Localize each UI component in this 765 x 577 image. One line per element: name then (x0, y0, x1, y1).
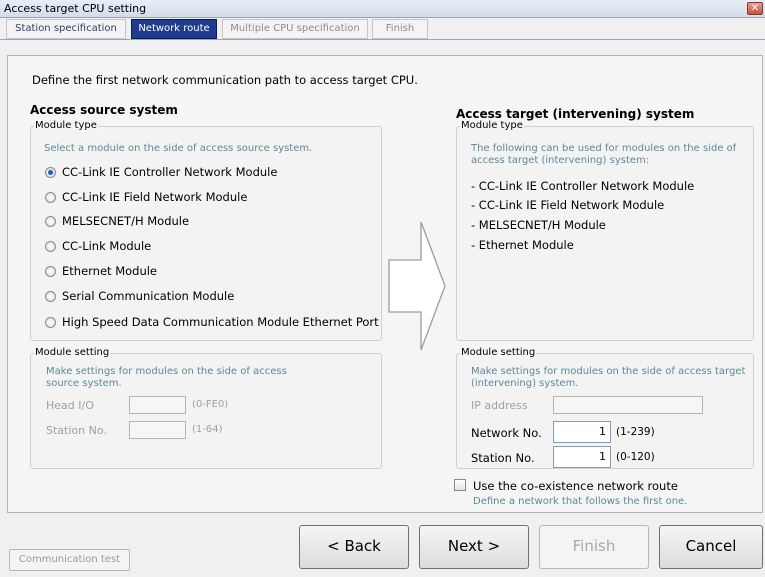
source-station-range: (1-64) (192, 424, 223, 435)
window-title: Access target CPU setting (4, 2, 147, 15)
option-label[interactable]: Serial Communication Module (62, 289, 234, 303)
source-module-setting-hint: source system. (46, 378, 122, 389)
source-module-setting-hint: Make settings for modules on the side of… (46, 366, 287, 377)
communication-test-button[interactable]: Communication test (9, 549, 130, 571)
next-button[interactable]: Next > (419, 525, 529, 569)
source-module-type-group (30, 126, 382, 341)
head-io-range: (0-FE0) (192, 399, 229, 410)
option-label[interactable]: High Speed Data Communication Module Eth… (62, 315, 379, 329)
target-list-item: - Ethernet Module (471, 238, 574, 252)
radio-cc-link[interactable] (45, 241, 56, 252)
instruction-text: Define the first network communication p… (32, 73, 418, 87)
tab-divider (0, 39, 765, 40)
radio-cc-link-ie-controller[interactable] (45, 167, 56, 178)
target-station-input[interactable]: 1 (553, 446, 611, 468)
target-module-type-hint: The following can be used for modules on… (471, 143, 737, 154)
head-io-field (129, 396, 186, 414)
tab-finish: Finish (372, 19, 428, 39)
option-label[interactable]: MELSECNET/H Module (62, 214, 189, 228)
target-list-item: - MELSECNET/H Module (471, 218, 606, 232)
target-module-setting-hint: Make settings for modules on the side of… (471, 366, 746, 377)
option-label[interactable]: CC-Link IE Field Network Module (62, 190, 247, 204)
source-station-field (129, 421, 186, 439)
cancel-button[interactable]: Cancel (659, 525, 763, 569)
target-module-type-legend: Module type (460, 120, 524, 131)
coexistence-label[interactable]: Use the co-existence network route (473, 479, 678, 493)
target-list-item: - CC-Link IE Field Network Module (471, 198, 665, 212)
radio-cc-link-ie-field[interactable] (45, 192, 56, 203)
target-station-label: Station No. (471, 451, 535, 465)
tab-multiple-cpu-specification: Multiple CPU specification (222, 19, 368, 39)
coexistence-checkbox[interactable] (454, 479, 466, 491)
coexistence-hint: Define a network that follows the first … (473, 496, 688, 507)
network-no-label: Network No. (471, 426, 542, 440)
option-label[interactable]: CC-Link Module (62, 239, 151, 253)
target-module-setting-legend: Module setting (460, 347, 537, 358)
network-no-range: (1-239) (616, 426, 655, 438)
target-heading: Access target (intervening) system (456, 107, 695, 121)
ip-address-field (553, 396, 703, 414)
target-station-range: (0-120) (616, 451, 655, 463)
head-io-label: Head I/O (46, 399, 94, 412)
radio-ethernet[interactable] (45, 266, 56, 277)
option-label[interactable]: Ethernet Module (62, 264, 157, 278)
target-list-item: - CC-Link IE Controller Network Module (471, 179, 695, 193)
network-no-input[interactable]: 1 (553, 421, 611, 443)
option-label[interactable]: CC-Link IE Controller Network Module (62, 165, 277, 179)
tab-network-route[interactable]: Network route (131, 19, 217, 39)
source-station-label: Station No. (46, 424, 107, 437)
radio-serial-communication[interactable] (45, 291, 56, 302)
radio-high-speed-data-communication[interactable] (45, 317, 56, 328)
finish-button: Finish (539, 525, 649, 569)
source-module-type-hint: Select a module on the side of access so… (44, 143, 313, 154)
target-module-setting-hint: (intervening) system. (471, 378, 579, 389)
title-bar: Access target CPU setting ✕ (0, 0, 765, 18)
back-button[interactable]: < Back (299, 525, 409, 569)
target-module-type-hint: access target (intervening) system: (471, 155, 650, 166)
right-arrow-icon (388, 221, 446, 351)
source-module-setting-legend: Module setting (34, 347, 111, 358)
ip-address-label: IP address (471, 399, 528, 412)
close-icon[interactable]: ✕ (747, 2, 763, 15)
source-module-type-legend: Module type (34, 120, 98, 131)
source-heading: Access source system (30, 103, 178, 117)
tab-station-specification[interactable]: Station specification (6, 19, 126, 39)
radio-melsecnet-h[interactable] (45, 216, 56, 227)
